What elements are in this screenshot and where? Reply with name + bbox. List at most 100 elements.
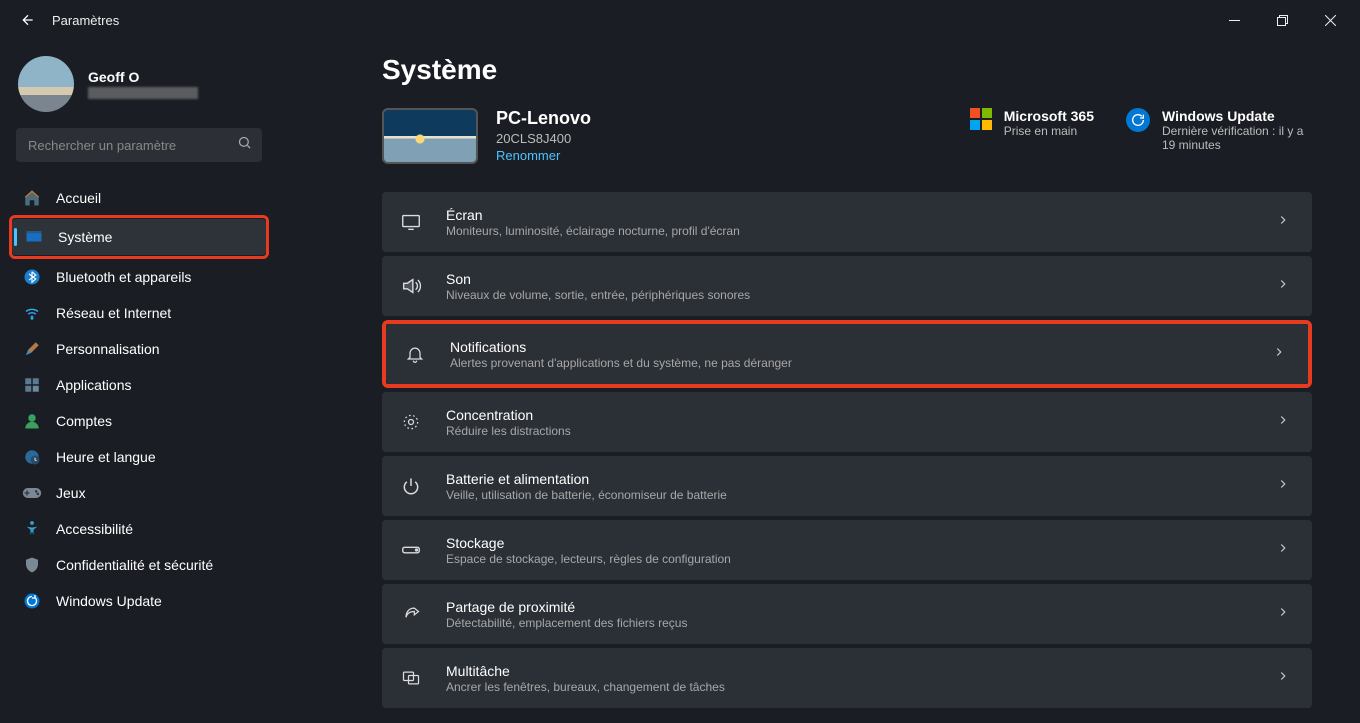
profile-name: Geoff O [88, 69, 198, 85]
setting-desc: Veille, utilisation de batterie, économi… [446, 488, 727, 502]
sidebar-item-heure[interactable]: Heure et langue [10, 439, 268, 475]
sidebar-item-reseau[interactable]: Réseau et Internet [10, 295, 268, 331]
setting-title: Écran [446, 207, 740, 223]
setting-title: Multitâche [446, 663, 725, 679]
setting-title: Batterie et alimentation [446, 471, 727, 487]
chevron-right-icon [1276, 605, 1290, 624]
sidebar-item-bluetooth[interactable]: Bluetooth et appareils [10, 259, 268, 295]
setting-ecran[interactable]: ÉcranMoniteurs, luminosité, éclairage no… [382, 192, 1312, 252]
chevron-right-icon [1276, 669, 1290, 688]
update-icon [1126, 108, 1150, 132]
system-icon [24, 227, 44, 247]
setting-desc: Espace de stockage, lecteurs, règles de … [446, 552, 731, 566]
sidebar-item-label: Système [58, 229, 112, 245]
sidebar-item-label: Windows Update [56, 593, 162, 609]
sidebar-item-label: Applications [56, 377, 132, 393]
window-controls [1212, 5, 1352, 35]
pc-thumbnail [382, 108, 478, 164]
system-header: PC-Lenovo 20CLS8J400 Renommer Microsoft … [382, 108, 1312, 164]
chevron-right-icon [1276, 213, 1290, 232]
accessibility-icon [22, 519, 42, 539]
sidebar-item-jeux[interactable]: Jeux [10, 475, 268, 511]
setting-desc: Détectabilité, emplacement des fichiers … [446, 616, 687, 630]
sidebar-item-label: Accessibilité [56, 521, 133, 537]
highlight-system-sidebar: Système [9, 215, 269, 259]
highlight-notifications: NotificationsAlertes provenant d'applica… [382, 320, 1312, 388]
windows-update-info[interactable]: Windows Update Dernière vérification : i… [1126, 108, 1312, 152]
share-icon [398, 601, 424, 627]
setting-desc: Ancrer les fenêtres, bureaux, changement… [446, 680, 725, 694]
wu-title: Windows Update [1162, 108, 1312, 124]
sidebar-item-label: Personnalisation [56, 341, 160, 357]
gamepad-icon [22, 483, 42, 503]
update-icon [22, 591, 42, 611]
chevron-right-icon [1276, 541, 1290, 560]
setting-title: Notifications [450, 339, 792, 355]
close-button[interactable] [1308, 5, 1352, 35]
sidebar-item-systeme[interactable]: Système [12, 219, 266, 255]
sidebar-item-label: Bluetooth et appareils [56, 269, 191, 285]
wu-sub: Dernière vérification : il y a 19 minute… [1162, 124, 1312, 152]
multitask-icon [398, 665, 424, 691]
sidebar-item-label: Accueil [56, 190, 101, 206]
sidebar-item-confidentialite[interactable]: Confidentialité et sécurité [10, 547, 268, 583]
bluetooth-icon [22, 267, 42, 287]
chevron-right-icon [1276, 477, 1290, 496]
shield-icon [22, 555, 42, 575]
chevron-right-icon [1276, 413, 1290, 432]
sidebar-item-applications[interactable]: Applications [10, 367, 268, 403]
setting-desc: Niveaux de volume, sortie, entrée, périp… [446, 288, 750, 302]
setting-title: Son [446, 271, 750, 287]
home-icon [22, 188, 42, 208]
focus-icon [398, 409, 424, 435]
setting-batterie[interactable]: Batterie et alimentationVeille, utilisat… [382, 456, 1312, 516]
setting-concentration[interactable]: ConcentrationRéduire les distractions [382, 392, 1312, 452]
pc-rename-link[interactable]: Renommer [496, 148, 591, 163]
setting-son[interactable]: SonNiveaux de volume, sortie, entrée, pé… [382, 256, 1312, 316]
minimize-button[interactable] [1212, 5, 1256, 35]
back-button[interactable] [14, 6, 42, 34]
pc-name: PC-Lenovo [496, 108, 591, 129]
sidebar-item-label: Comptes [56, 413, 112, 429]
microsoft-logo-icon [970, 108, 992, 130]
display-icon [398, 209, 424, 235]
power-icon [398, 473, 424, 499]
sidebar-item-comptes[interactable]: Comptes [10, 403, 268, 439]
setting-notifications[interactable]: NotificationsAlertes provenant d'applica… [386, 324, 1308, 384]
avatar [18, 56, 74, 112]
setting-title: Concentration [446, 407, 571, 423]
setting-desc: Réduire les distractions [446, 424, 571, 438]
sidebar-item-accueil[interactable]: Accueil [10, 180, 268, 216]
setting-partage[interactable]: Partage de proximitéDétectabilité, empla… [382, 584, 1312, 644]
setting-title: Partage de proximité [446, 599, 687, 615]
sidebar-item-label: Heure et langue [56, 449, 156, 465]
apps-icon [22, 375, 42, 395]
setting-desc: Alertes provenant d'applications et du s… [450, 356, 792, 370]
setting-desc: Moniteurs, luminosité, éclairage nocturn… [446, 224, 740, 238]
nav-list: Accueil Système Bluetooth et appareils R… [10, 180, 268, 619]
page-title: Système [382, 54, 1312, 86]
maximize-button[interactable] [1260, 5, 1304, 35]
window-title: Paramètres [52, 13, 119, 28]
ms365-info[interactable]: Microsoft 365 Prise en main [970, 108, 1094, 138]
sidebar-item-label: Confidentialité et sécurité [56, 557, 213, 573]
profile[interactable]: Geoff O [18, 56, 268, 112]
paintbrush-icon [22, 339, 42, 359]
search-wrap [16, 128, 262, 162]
pc-model: 20CLS8J400 [496, 131, 591, 146]
sidebar-item-personnalisation[interactable]: Personnalisation [10, 331, 268, 367]
sidebar-item-accessibilite[interactable]: Accessibilité [10, 511, 268, 547]
person-icon [22, 411, 42, 431]
bell-icon [402, 341, 428, 367]
setting-stockage[interactable]: StockageEspace de stockage, lecteurs, rè… [382, 520, 1312, 580]
globe-clock-icon [22, 447, 42, 467]
sidebar-item-label: Réseau et Internet [56, 305, 171, 321]
sidebar-item-windows-update[interactable]: Windows Update [10, 583, 268, 619]
setting-multitache[interactable]: MultitâcheAncrer les fenêtres, bureaux, … [382, 648, 1312, 708]
chevron-right-icon [1272, 345, 1286, 364]
storage-icon [398, 537, 424, 563]
ms365-title: Microsoft 365 [1004, 108, 1094, 124]
profile-email-redacted [88, 87, 198, 99]
sound-icon [398, 273, 424, 299]
search-input[interactable] [16, 128, 262, 162]
